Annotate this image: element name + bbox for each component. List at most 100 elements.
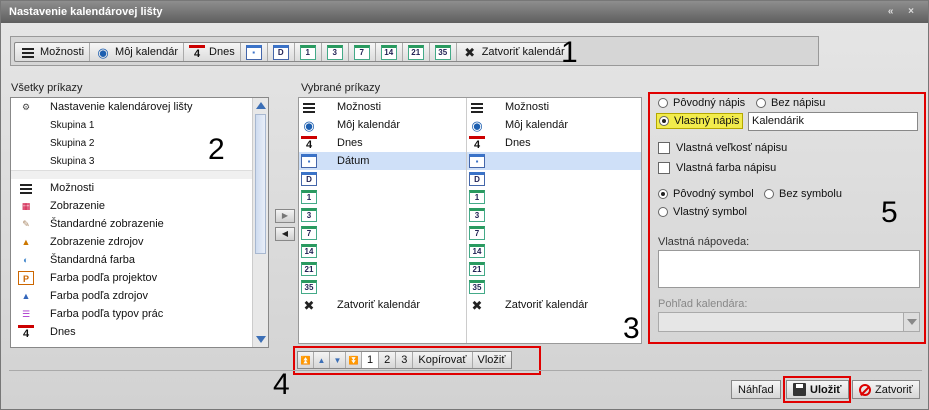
all-commands-list[interactable]: ⚙ Nastavenie kalendárovej lišty Skupina 1 S… — [10, 97, 269, 348]
selected-command-row[interactable]: DD — [299, 170, 641, 188]
toolbar-button-calendar-21[interactable]: 21 — [403, 43, 430, 61]
toolbar-button-zatvori-kalend-r[interactable]: ✖ Zatvoriť kalendár — [457, 43, 570, 61]
toolbar-button-calendar-date[interactable]: ▪ — [241, 43, 268, 61]
command-cell[interactable]: ▪ — [467, 152, 641, 170]
scroll-thumb[interactable] — [255, 114, 266, 254]
toolbar-button-calendar-7[interactable]: 7 — [349, 43, 376, 61]
radio-icon[interactable] — [658, 207, 668, 218]
first-page-icon[interactable]: ⏫ — [298, 352, 314, 368]
caption-original-option[interactable]: Pôvodný nápis — [658, 97, 745, 109]
move-down-icon[interactable]: ▼ — [330, 352, 346, 368]
selected-command-row[interactable]: 11 — [299, 188, 641, 206]
radio-icon[interactable] — [756, 98, 766, 109]
selected-command-row[interactable]: 77 — [299, 224, 641, 242]
radio-selected-icon[interactable] — [659, 116, 669, 127]
selected-command-row[interactable]: 35 35 — [299, 278, 641, 296]
page-button-2[interactable]: 2 — [379, 352, 397, 368]
selected-command-row[interactable]: ▪ Dátum ▪ — [299, 152, 641, 170]
selected-commands-list[interactable]: Možnosti Možnosti ◉ Môj kalendár ◉ Môj kalend… — [298, 97, 642, 344]
selected-command-row[interactable]: Možnosti Možnosti — [299, 98, 641, 116]
command-item[interactable]: ✎ Štandardné zobrazenie — [11, 215, 253, 233]
page-button-3[interactable]: 3 — [396, 352, 414, 368]
command-cell[interactable]: 7 — [299, 224, 467, 242]
custom-size-checkbox[interactable]: Vlastná veľkosť nápisu — [658, 142, 787, 155]
custom-help-textarea[interactable] — [658, 250, 920, 288]
save-button[interactable]: Uložiť — [786, 380, 849, 399]
command-cell[interactable]: 7 — [467, 224, 641, 242]
toolbar-button-calendar-14[interactable]: 14 — [376, 43, 403, 61]
command-cell[interactable]: ✖ Zatvoriť kalendár — [299, 296, 467, 314]
command-item[interactable]: P Farba podľa projektov — [11, 269, 253, 287]
command-cell[interactable]: 3 — [299, 206, 467, 224]
scroll-down-icon[interactable] — [256, 336, 266, 343]
selected-command-row[interactable]: 4 Dnes 4 Dnes — [299, 134, 641, 152]
command-item[interactable]: ▦ Zobrazenie — [11, 197, 253, 215]
selected-command-row[interactable]: 33 — [299, 206, 641, 224]
group-item[interactable]: Skupina 1 — [11, 116, 253, 134]
toolbar-button-m-j-kalend-r[interactable]: ◉ Môj kalendár — [90, 43, 185, 61]
command-item[interactable]: Možnosti — [11, 179, 253, 197]
command-cell[interactable]: Možnosti — [467, 98, 641, 116]
radio-icon[interactable] — [658, 98, 668, 109]
symbol-none-option[interactable]: Bez symbolu — [764, 188, 842, 200]
command-item[interactable]: ▲ Farba podľa zdrojov — [11, 287, 253, 305]
symbol-original-option[interactable]: Pôvodný symbol — [658, 188, 754, 200]
selected-command-row[interactable]: 14 14 — [299, 242, 641, 260]
command-item[interactable]: 4 Dnes — [11, 323, 253, 341]
move-right-button[interactable]: ▶ — [275, 209, 295, 223]
command-item[interactable]: ☰ Farba podľa typov prác — [11, 305, 253, 323]
paste-button[interactable]: Vložiť — [473, 352, 511, 368]
command-cell[interactable]: D — [467, 170, 641, 188]
move-up-icon[interactable]: ▲ — [314, 352, 330, 368]
command-cell[interactable]: ◉ Môj kalendár — [467, 116, 641, 134]
preview-button[interactable]: Náhľad — [731, 380, 781, 399]
checkbox-icon[interactable] — [658, 162, 670, 175]
command-cell[interactable]: ✖ Zatvoriť kalendár — [467, 296, 641, 314]
command-cell[interactable]: ▪ Dátum — [299, 152, 467, 170]
move-left-button[interactable]: ◀ — [275, 227, 295, 241]
command-cell[interactable]: 35 — [299, 278, 467, 296]
calendar-view-select[interactable] — [658, 312, 920, 332]
command-cell[interactable]: 4 Dnes — [467, 134, 641, 152]
command-cell[interactable]: 1 — [467, 188, 641, 206]
command-item[interactable]: ▲ Zobrazenie zdrojov — [11, 233, 253, 251]
command-item[interactable]: ⚙ Nastavenie kalendárovej lišty — [11, 98, 253, 116]
toolbar-button-dnes[interactable]: 4 Dnes — [184, 43, 241, 61]
command-cell[interactable]: 35 — [467, 278, 641, 296]
command-cell[interactable]: 14 — [467, 242, 641, 260]
command-cell[interactable]: ◉ Môj kalendár — [299, 116, 467, 134]
page-button-1[interactable]: 1 — [362, 352, 380, 368]
caption-none-option[interactable]: Bez nápisu — [756, 97, 825, 109]
toolbar-button-mo-nosti[interactable]: Možnosti — [15, 43, 91, 61]
toolbar-button-calendar-35[interactable]: 35 — [430, 43, 457, 61]
command-cell[interactable]: D — [299, 170, 467, 188]
command-item[interactable]: ◐ Štandardná farba — [11, 251, 253, 269]
selected-command-row[interactable]: ◉ Môj kalendár ◉ Môj kalendár — [299, 116, 641, 134]
radio-selected-icon[interactable] — [658, 189, 668, 200]
copy-button[interactable]: Kopírovať — [413, 352, 473, 368]
command-cell[interactable]: 21 — [467, 260, 641, 278]
toolbar-button-calendar-day[interactable]: D — [268, 43, 295, 61]
window-controls[interactable]: « × — [888, 1, 920, 23]
checkbox-icon[interactable] — [658, 142, 670, 155]
close-button[interactable]: Zatvoriť — [852, 380, 920, 399]
radio-icon[interactable] — [764, 189, 774, 200]
command-cell[interactable]: 1 — [299, 188, 467, 206]
all-commands-scrollbar[interactable] — [252, 98, 268, 347]
symbol-custom-option[interactable]: Vlastný symbol — [658, 206, 747, 218]
command-cell[interactable]: 14 — [299, 242, 467, 260]
selected-command-row[interactable]: 21 21 — [299, 260, 641, 278]
scroll-up-icon[interactable] — [256, 102, 266, 109]
chevron-down-icon[interactable] — [903, 313, 919, 331]
command-cell[interactable]: 21 — [299, 260, 467, 278]
caption-custom-option[interactable]: Vlastný nápis — [656, 113, 744, 129]
custom-color-checkbox[interactable]: Vlastná farba nápisu — [658, 162, 776, 175]
toolbar-button-calendar-1[interactable]: 1 — [295, 43, 322, 61]
command-cell[interactable]: Možnosti — [299, 98, 467, 116]
toolbar-button-calendar-3[interactable]: 3 — [322, 43, 349, 61]
command-cell[interactable]: 3 — [467, 206, 641, 224]
last-page-icon[interactable]: ⏬ — [346, 352, 362, 368]
selected-command-row[interactable]: ✖ Zatvoriť kalendár ✖ Zatvoriť kalendár — [299, 296, 641, 314]
command-cell[interactable]: 4 Dnes — [299, 134, 467, 152]
custom-caption-input[interactable]: Kalendárik — [748, 112, 918, 131]
